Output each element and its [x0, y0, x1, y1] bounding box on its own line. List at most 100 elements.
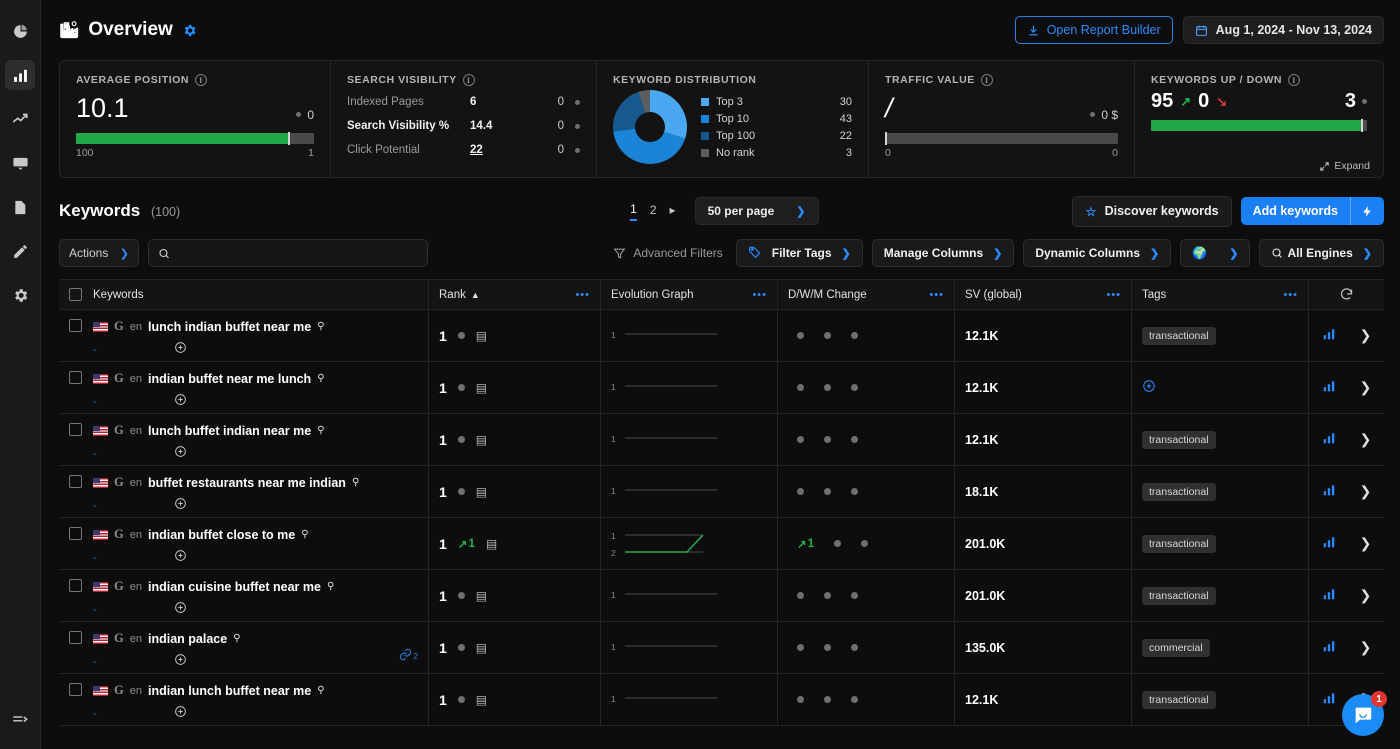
row-chart-icon[interactable]: [1322, 327, 1336, 344]
row-expand-chevron-icon[interactable]: ❯: [1360, 587, 1372, 604]
row-checkbox[interactable]: [69, 683, 82, 696]
metric-value[interactable]: 22: [470, 144, 530, 156]
serp-features-icon[interactable]: ▤: [476, 485, 487, 499]
cell-evolution-graph[interactable]: 1: [601, 414, 778, 465]
header-evolution-graph[interactable]: Evolution Graph •••: [601, 280, 778, 310]
discover-keywords-button[interactable]: ☆ Discover keywords: [1072, 196, 1231, 227]
add-keywords-button[interactable]: Add keywords: [1241, 197, 1384, 225]
select-all-checkbox[interactable]: [69, 288, 82, 301]
cell-evolution-graph[interactable]: 1: [601, 466, 778, 517]
add-detail-icon[interactable]: [174, 653, 187, 669]
actions-dropdown[interactable]: Actions ❯: [59, 239, 139, 267]
table-row[interactable]: G en indian cuisine buffet near me ⚲ -: [59, 570, 1384, 622]
sidebar-item-rankings[interactable]: [5, 60, 35, 90]
expand-button[interactable]: Expand: [1319, 160, 1370, 172]
linked-urls-indicator[interactable]: 2: [399, 648, 418, 661]
engine-region-dropdown[interactable]: 🌍 ❯: [1180, 239, 1250, 267]
row-expand-chevron-icon[interactable]: ❯: [1360, 327, 1372, 344]
row-chart-icon[interactable]: [1322, 379, 1336, 396]
row-expand-chevron-icon[interactable]: ❯: [1360, 431, 1372, 448]
column-menu-icon[interactable]: •••: [1283, 289, 1298, 301]
column-menu-icon[interactable]: •••: [929, 289, 944, 301]
keyword-text[interactable]: indian lunch buffet near me: [148, 684, 311, 698]
row-expand-chevron-icon[interactable]: ❯: [1360, 379, 1372, 396]
add-detail-icon[interactable]: [174, 601, 187, 617]
serp-features-icon[interactable]: ▤: [476, 433, 487, 447]
open-report-builder-button[interactable]: Open Report Builder: [1015, 16, 1173, 44]
keyword-text[interactable]: indian palace: [148, 632, 227, 646]
sidebar-item-pages[interactable]: [5, 192, 35, 222]
keyword-text[interactable]: indian cuisine buffet near me: [148, 580, 321, 594]
keyword-text[interactable]: buffet restaurants near me indian: [148, 476, 346, 490]
table-row[interactable]: G en indian lunch buffet near me ⚲ -: [59, 674, 1384, 726]
table-row[interactable]: G en lunch indian buffet near me ⚲ -: [59, 310, 1384, 362]
keyword-text[interactable]: indian buffet near me lunch: [148, 372, 311, 386]
sidebar-item-settings[interactable]: [5, 280, 35, 310]
table-row[interactable]: G en indian buffet close to me ⚲ -: [59, 518, 1384, 570]
add-detail-icon[interactable]: [174, 497, 187, 513]
header-keywords[interactable]: Keywords: [59, 280, 429, 310]
cell-tags[interactable]: transactional: [1132, 466, 1309, 517]
per-page-dropdown[interactable]: 50 per page ❯: [695, 197, 819, 225]
manage-columns-button[interactable]: Manage Columns ❯: [872, 239, 1015, 267]
row-expand-chevron-icon[interactable]: ❯: [1360, 639, 1372, 656]
header-dwm-change[interactable]: D/W/M Change •••: [778, 280, 955, 310]
table-row[interactable]: G en lunch buffet indian near me ⚲ -: [59, 414, 1384, 466]
filter-tags-button[interactable]: Filter Tags ❯: [736, 239, 863, 267]
serp-features-icon[interactable]: ▤: [476, 641, 487, 655]
sidebar-item-notes[interactable]: [5, 236, 35, 266]
lightning-bolt-icon[interactable]: [1350, 197, 1384, 225]
cell-tags[interactable]: transactional: [1132, 310, 1309, 361]
info-icon[interactable]: i: [463, 74, 475, 86]
tag-badge[interactable]: transactional: [1142, 327, 1216, 345]
cell-tags[interactable]: transactional: [1132, 414, 1309, 465]
search-box[interactable]: [148, 239, 428, 267]
cell-tags[interactable]: transactional: [1132, 518, 1309, 569]
column-menu-icon[interactable]: •••: [752, 289, 767, 301]
keyword-text[interactable]: indian buffet close to me: [148, 528, 295, 542]
advanced-filters-button[interactable]: Advanced Filters: [613, 246, 722, 260]
cell-evolution-graph[interactable]: 1 2: [601, 518, 778, 569]
cell-tags[interactable]: transactional: [1132, 674, 1309, 725]
serp-features-icon[interactable]: ▤: [486, 537, 497, 551]
add-detail-icon[interactable]: [174, 445, 187, 461]
info-icon[interactable]: i: [981, 74, 993, 86]
table-row[interactable]: G en indian palace ⚲ -: [59, 622, 1384, 674]
header-sv-global[interactable]: SV (global) •••: [955, 280, 1132, 310]
row-checkbox[interactable]: [69, 423, 82, 436]
row-chart-icon[interactable]: [1322, 639, 1336, 656]
page-settings-button[interactable]: [182, 23, 197, 38]
chat-widget-button[interactable]: 1: [1342, 694, 1384, 736]
add-tag-icon[interactable]: [1142, 379, 1156, 396]
cell-tags[interactable]: transactional: [1132, 570, 1309, 621]
page-1-button[interactable]: 1: [630, 202, 637, 221]
row-checkbox[interactable]: [69, 631, 82, 644]
add-detail-icon[interactable]: [174, 705, 187, 721]
serp-features-icon[interactable]: ▤: [476, 693, 487, 707]
row-chart-icon[interactable]: [1322, 691, 1336, 708]
serp-features-icon[interactable]: ▤: [476, 381, 487, 395]
cell-evolution-graph[interactable]: 1: [601, 570, 778, 621]
tag-badge[interactable]: transactional: [1142, 691, 1216, 709]
column-menu-icon[interactable]: •••: [1106, 289, 1121, 301]
row-chart-icon[interactable]: [1322, 587, 1336, 604]
row-checkbox[interactable]: [69, 527, 82, 540]
cell-evolution-graph[interactable]: 1: [601, 362, 778, 413]
date-range-picker[interactable]: Aug 1, 2024 - Nov 13, 2024: [1183, 16, 1384, 44]
add-detail-icon[interactable]: [174, 341, 187, 357]
tag-badge[interactable]: transactional: [1142, 483, 1216, 501]
dynamic-columns-button[interactable]: Dynamic Columns ❯: [1023, 239, 1171, 267]
serp-features-icon[interactable]: ▤: [476, 329, 487, 343]
cell-tags[interactable]: [1132, 362, 1309, 413]
cell-evolution-graph[interactable]: 1: [601, 310, 778, 361]
table-row[interactable]: G en buffet restaurants near me indian ⚲: [59, 466, 1384, 518]
header-actions[interactable]: [1309, 280, 1384, 310]
tag-badge[interactable]: transactional: [1142, 431, 1216, 449]
cell-evolution-graph[interactable]: 1: [601, 674, 778, 725]
row-checkbox[interactable]: [69, 579, 82, 592]
keyword-text[interactable]: lunch indian buffet near me: [148, 320, 311, 334]
page-2-button[interactable]: 2: [650, 203, 657, 220]
all-engines-dropdown[interactable]: All Engines ❯: [1259, 239, 1384, 267]
tag-badge[interactable]: commercial: [1142, 639, 1210, 657]
row-expand-chevron-icon[interactable]: ❯: [1360, 483, 1372, 500]
